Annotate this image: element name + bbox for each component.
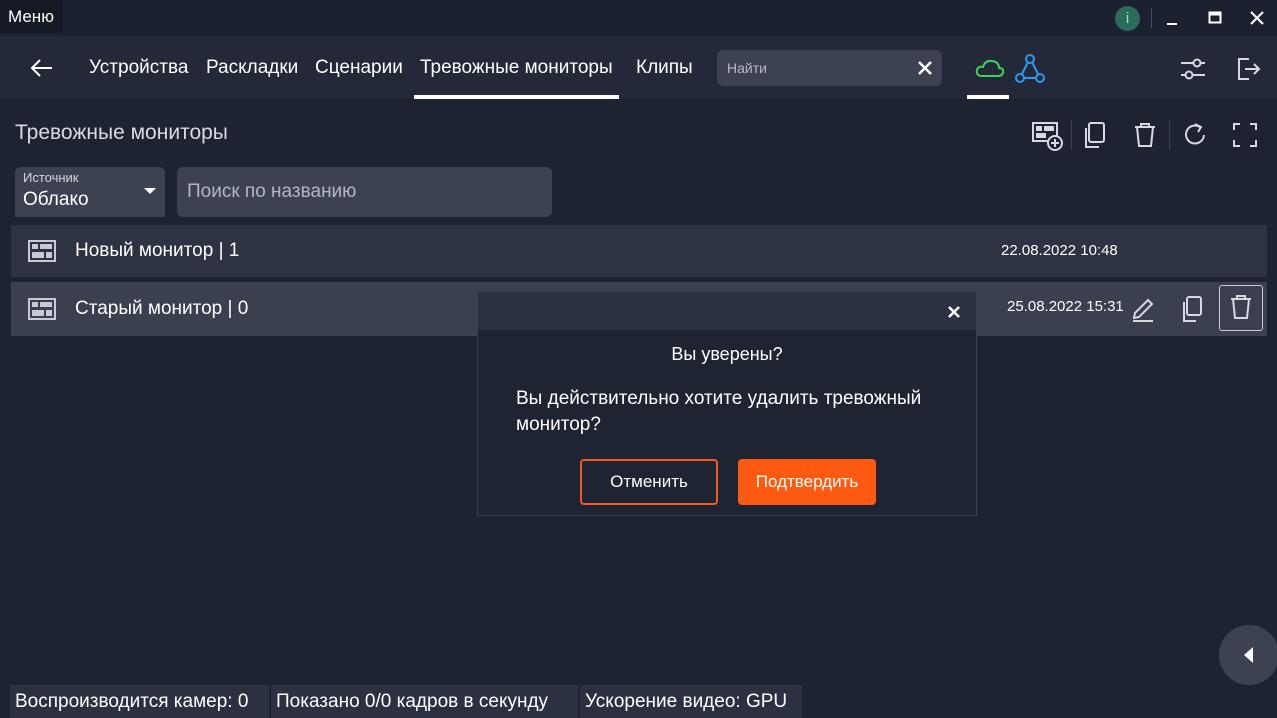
toolbar-divider (1169, 120, 1170, 150)
title-bar: Меню i (0, 0, 1277, 36)
top-search-box (717, 50, 942, 86)
minimize-icon[interactable] (1158, 4, 1186, 32)
clear-search-icon[interactable] (916, 59, 934, 77)
tab-devices[interactable]: Устройства (89, 36, 188, 99)
source-value: Облако (23, 189, 89, 210)
status-acceleration: Ускорение видео: GPU (580, 685, 802, 718)
dialog-title: Вы уверены? (671, 344, 783, 364)
maximize-icon[interactable] (1201, 4, 1229, 32)
toolbar-divider (1071, 120, 1072, 150)
edit-pencil-icon[interactable] (1125, 291, 1161, 327)
fullscreen-icon[interactable] (1228, 118, 1262, 152)
back-arrow-icon[interactable] (22, 52, 62, 84)
source-label: Источник (23, 170, 79, 185)
monitor-name: Новый монитор | 1 (75, 240, 240, 261)
caret-down-icon (143, 186, 157, 196)
tab-clips[interactable]: Клипы (636, 36, 693, 99)
monitor-grid-icon (28, 298, 56, 320)
source-select[interactable]: Источник Облако (15, 167, 165, 217)
page-title: Тревожные мониторы (15, 121, 228, 144)
logout-icon[interactable] (1231, 52, 1265, 86)
cloud-tab[interactable] (967, 36, 1009, 99)
close-window-icon[interactable] (1243, 4, 1271, 32)
dialog-message: Вы действительно хотите удалить тревожны… (516, 388, 922, 435)
trash-icon[interactable] (1128, 118, 1162, 152)
monitor-date: 25.08.2022 15:31 (1007, 298, 1124, 315)
name-search-box (177, 167, 552, 217)
list-item[interactable]: Новый монитор | 1 22.08.2022 10:48 (11, 225, 1267, 277)
tab-alarm-monitors[interactable]: Тревожные мониторы (414, 36, 619, 99)
name-search-input[interactable] (187, 167, 542, 217)
refresh-icon[interactable] (1178, 118, 1212, 152)
caret-left-icon (1244, 647, 1253, 663)
network-tree-icon[interactable] (1013, 52, 1047, 86)
monitor-grid-icon (28, 240, 56, 262)
menu-button[interactable]: Меню (0, 0, 62, 33)
copy-icon[interactable] (1078, 118, 1112, 152)
cancel-button[interactable]: Отменить (580, 459, 718, 505)
tab-scenarios[interactable]: Сценарии (315, 36, 403, 99)
settings-sliders-icon[interactable] (1176, 52, 1210, 86)
status-fps: Показано 0/0 кадров в секунду (271, 685, 578, 718)
copy-icon[interactable] (1174, 291, 1210, 327)
close-icon[interactable] (944, 302, 964, 322)
info-icon[interactable]: i (1115, 6, 1140, 31)
expand-panel-button[interactable] (1219, 625, 1277, 685)
tab-layouts[interactable]: Раскладки (206, 36, 298, 99)
dialog-header (478, 292, 976, 330)
confirm-delete-dialog: Вы уверены? Вы действительно хотите удал… (477, 291, 977, 516)
top-search-input[interactable] (727, 50, 912, 86)
status-cameras: Воспроизводится камер: 0 (10, 685, 269, 718)
add-monitor-icon[interactable] (1030, 118, 1064, 152)
monitor-date: 22.08.2022 10:48 (1001, 242, 1118, 259)
delete-trash-icon[interactable] (1219, 285, 1263, 331)
top-navigation: Устройства Раскладки Сценарии Тревожные … (0, 36, 1277, 99)
confirm-button[interactable]: Подтвердить (738, 459, 876, 505)
monitor-name: Старый монитор | 0 (75, 298, 249, 319)
titlebar-divider (1151, 8, 1152, 28)
